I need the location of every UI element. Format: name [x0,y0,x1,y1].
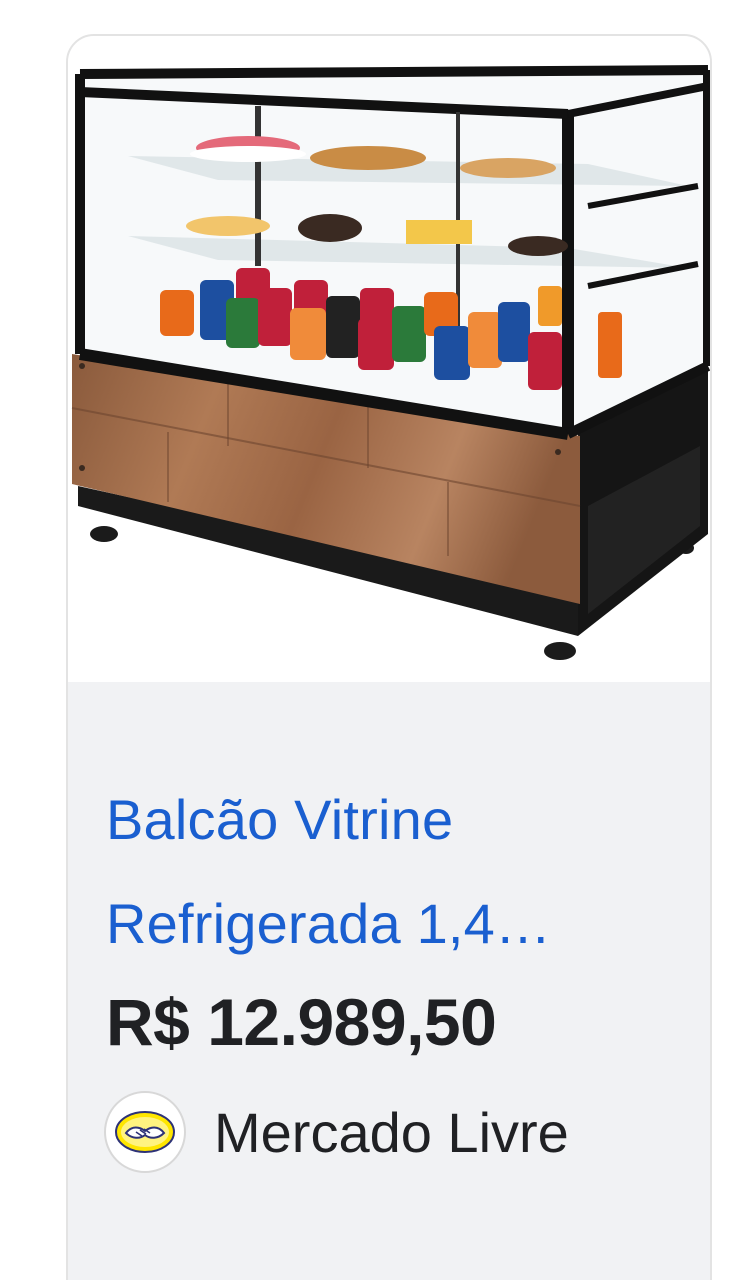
seller-name: Mercado Livre [214,1100,569,1164]
product-title-line-2: Refrigerada 1,4… [106,892,552,955]
seller-info[interactable]: Mercado Livre [104,1090,569,1174]
page: Balcão Vitrine Refrigerada 1,4… R$ 12.98… [0,0,732,1280]
product-price: R$ 12.989,50 [106,985,497,1059]
mercado-livre-handshake-icon [104,1091,186,1173]
product-title-link[interactable]: Balcão Vitrine Refrigerada 1,4… [106,768,666,976]
refrigerated-display-counter-image [71,65,710,660]
product-image[interactable] [68,36,710,682]
product-title-line-1: Balcão Vitrine [106,788,454,851]
product-card[interactable]: Balcão Vitrine Refrigerada 1,4… R$ 12.98… [66,34,712,1280]
